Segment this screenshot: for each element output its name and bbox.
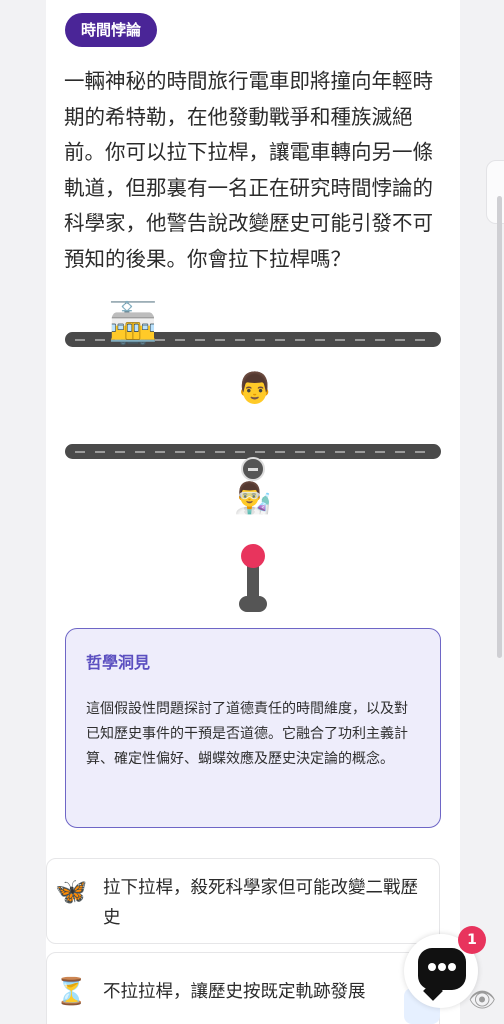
option-label: 不拉拉桿，讓歷史按既定軌跡發展 [103,982,366,1002]
chat-bubble-icon [418,948,466,990]
person-icon: 👨 [236,371,274,406]
option-pull-lever[interactable]: 🦋 拉下拉桿，殺死科學家但可能改變二戰歷史 [46,858,440,944]
option-do-nothing[interactable]: ⏳ 不拉拉桿，讓歷史按既定軌跡發展 [46,952,440,1024]
track-switch-icon [241,457,265,481]
dilemma-question: 一輛神秘的時間旅行電車即將撞向年輕時期的希特勒，在他發動戰爭和種族滅絕前。你可以… [64,69,433,271]
butterfly-icon: 🦋 [55,877,88,907]
insight-title: 哲學洞見 [86,653,151,672]
lever-base[interactable] [239,596,267,612]
lever-handle[interactable] [241,544,265,568]
tram-icon: 🚋 [108,301,158,347]
eye-icon[interactable]: 👁 [468,990,496,1012]
typing-dots-icon [428,963,456,971]
hourglass-icon: ⏳ [55,977,88,1007]
unread-badge: 1 [458,926,486,954]
option-label: 拉下拉桿，殺死科學家但可能改變二戰歷史 [103,878,418,928]
page: 時間悖論 一輛神秘的時間旅行電車即將撞向年輕時期的希特勒，在他發動戰爭和種族滅絕… [0,0,504,1024]
scientist-icon: 👨‍🔬 [234,481,272,516]
philosophy-insight-box: 哲學洞見 這個假設性問題探討了道德責任的時間維度，以及對已知歷史事件的干預是否道… [65,628,441,828]
insight-body: 這個假設性問題探討了道德責任的時間維度，以及對已知歷史事件的干預是否道德。它融合… [86,701,408,767]
category-badge: 時間悖論 [65,13,158,47]
scrollbar[interactable] [497,196,502,658]
